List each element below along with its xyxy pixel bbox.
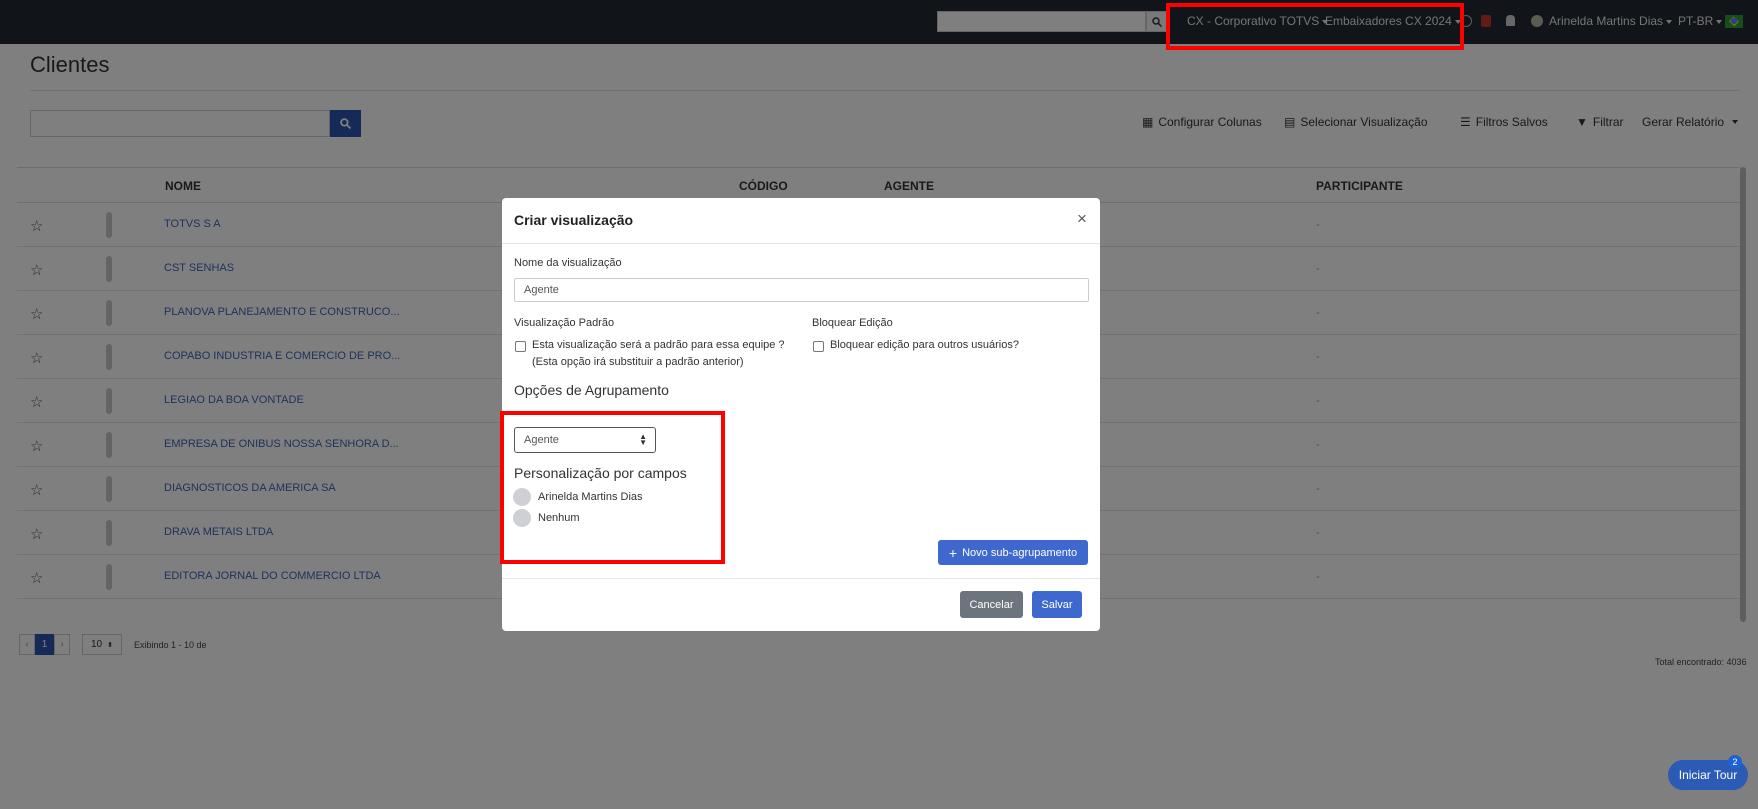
tour-badge: 2 [1728,755,1742,769]
default-view-note: (Esta opção irá substituir a padrão ante… [532,356,744,368]
modal-title: Criar visualização [514,212,634,228]
modal-footer-divider [502,578,1100,579]
highlight-box-navbar [1166,3,1464,50]
lock-edit-checkbox[interactable] [813,341,824,352]
default-view-checkbox[interactable] [515,341,526,352]
save-button[interactable]: Salvar [1032,591,1082,618]
view-name-input[interactable]: Agente [514,278,1089,302]
grouping-heading: Opções de Agrupamento [514,382,669,398]
modal-header: Criar visualização × [502,198,1100,244]
default-view-label: Visualização Padrão [514,317,615,329]
view-name-label: Nome da visualização [514,257,622,269]
default-view-text: Esta visualização será a padrão para ess… [532,339,785,351]
new-subgroup-button[interactable]: + Novo sub-agrupamento [938,540,1088,565]
new-subgroup-label: Novo sub-agrupamento [962,546,1078,559]
plus-icon: + [948,544,958,561]
lock-edit-text: Bloquear edição para outros usuários? [830,339,1019,351]
cancel-button[interactable]: Cancelar [960,591,1023,618]
highlight-box-grouping [500,411,725,564]
close-icon[interactable]: × [1077,209,1087,229]
lock-edit-label: Bloquear Edição [812,317,893,329]
